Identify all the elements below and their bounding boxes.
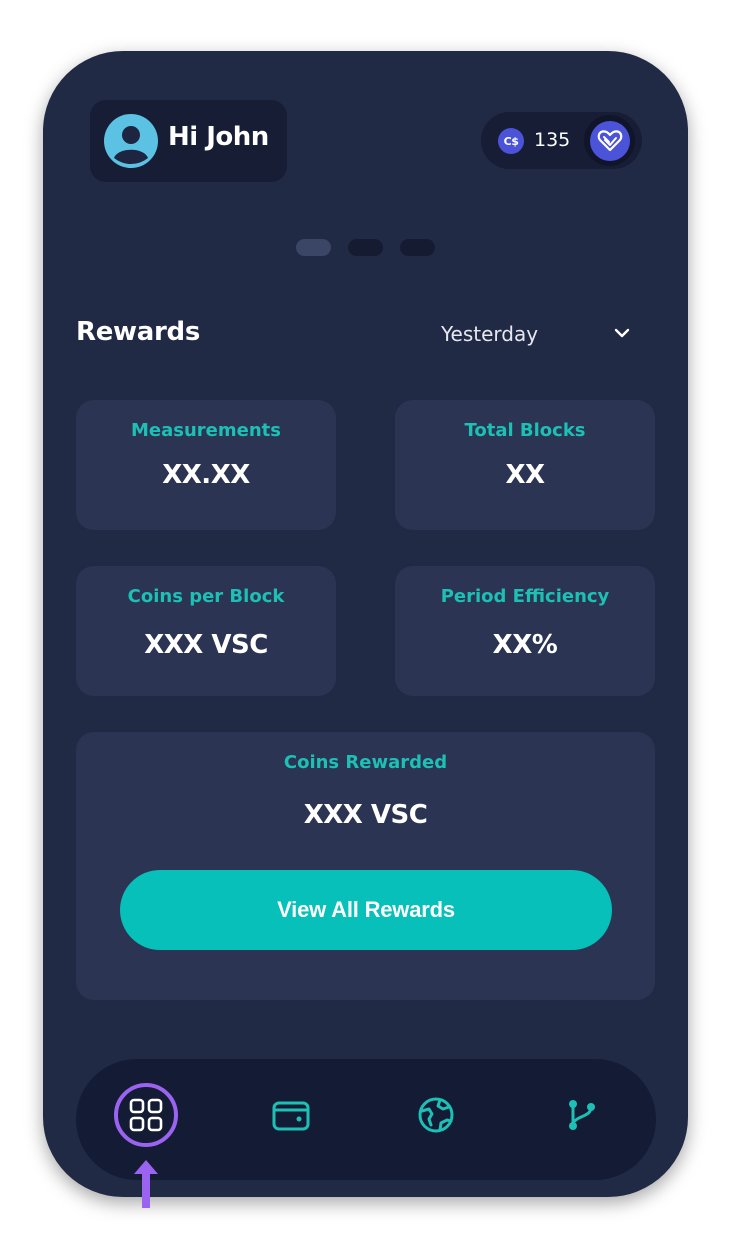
card-label: Coins Rewarded (283, 752, 448, 773)
rewards-title: Rewards (76, 317, 201, 347)
card-value: XXX VSC (303, 800, 428, 830)
card-value: XXX VSC (144, 630, 268, 660)
period-dropdown-value: Yesterday (441, 322, 539, 346)
heart-icon (597, 129, 622, 151)
arrow-up-icon (134, 1160, 158, 1208)
carousel-dot-2[interactable] (348, 239, 383, 256)
phone-frame: Hi John C$ 135 Rewards Yesterday Measure… (43, 51, 688, 1197)
nav-item-globe[interactable] (404, 1083, 468, 1147)
card-value: XX% (492, 630, 558, 660)
coin-balance[interactable]: C$ 135 (481, 112, 642, 169)
view-all-rewards-button[interactable]: View All Rewards (120, 870, 612, 950)
user-greeting-chip[interactable]: Hi John (90, 100, 287, 182)
period-efficiency-card: Period Efficiency XX% (395, 566, 655, 696)
card-value: XX (505, 460, 545, 490)
card-label: Coins per Block (127, 586, 285, 607)
card-label: Total Blocks (464, 420, 586, 441)
branch-icon (569, 1100, 595, 1130)
coins-per-block-card: Coins per Block XXX VSC (76, 566, 336, 696)
nav-item-dashboard[interactable] (114, 1083, 178, 1147)
bottom-nav (76, 1059, 656, 1180)
health-button[interactable] (584, 115, 635, 166)
avatar-icon (104, 114, 158, 168)
carousel-dot-3[interactable] (400, 239, 435, 256)
greeting-text: Hi John (168, 122, 269, 152)
nav-item-wallet[interactable] (259, 1083, 323, 1147)
wallet-icon (272, 1101, 310, 1131)
dashboard-icon (129, 1098, 163, 1132)
card-label: Measurements (131, 420, 281, 441)
measurements-card: Measurements XX.XX (76, 400, 336, 530)
coins-rewarded-card: Coins Rewarded XXX VSC View All Rewards (76, 732, 655, 1000)
coin-balance-value: 135 (534, 129, 571, 151)
carousel-dot-1[interactable] (296, 239, 331, 256)
chevron-down-icon (614, 328, 630, 338)
coin-icon: C$ (498, 128, 524, 154)
nav-item-branch[interactable] (550, 1083, 614, 1147)
globe-icon (418, 1097, 454, 1133)
total-blocks-card: Total Blocks XX (395, 400, 655, 530)
period-dropdown[interactable]: Yesterday (441, 322, 641, 352)
card-label: Period Efficiency (440, 586, 610, 607)
card-value: XX.XX (162, 460, 250, 490)
